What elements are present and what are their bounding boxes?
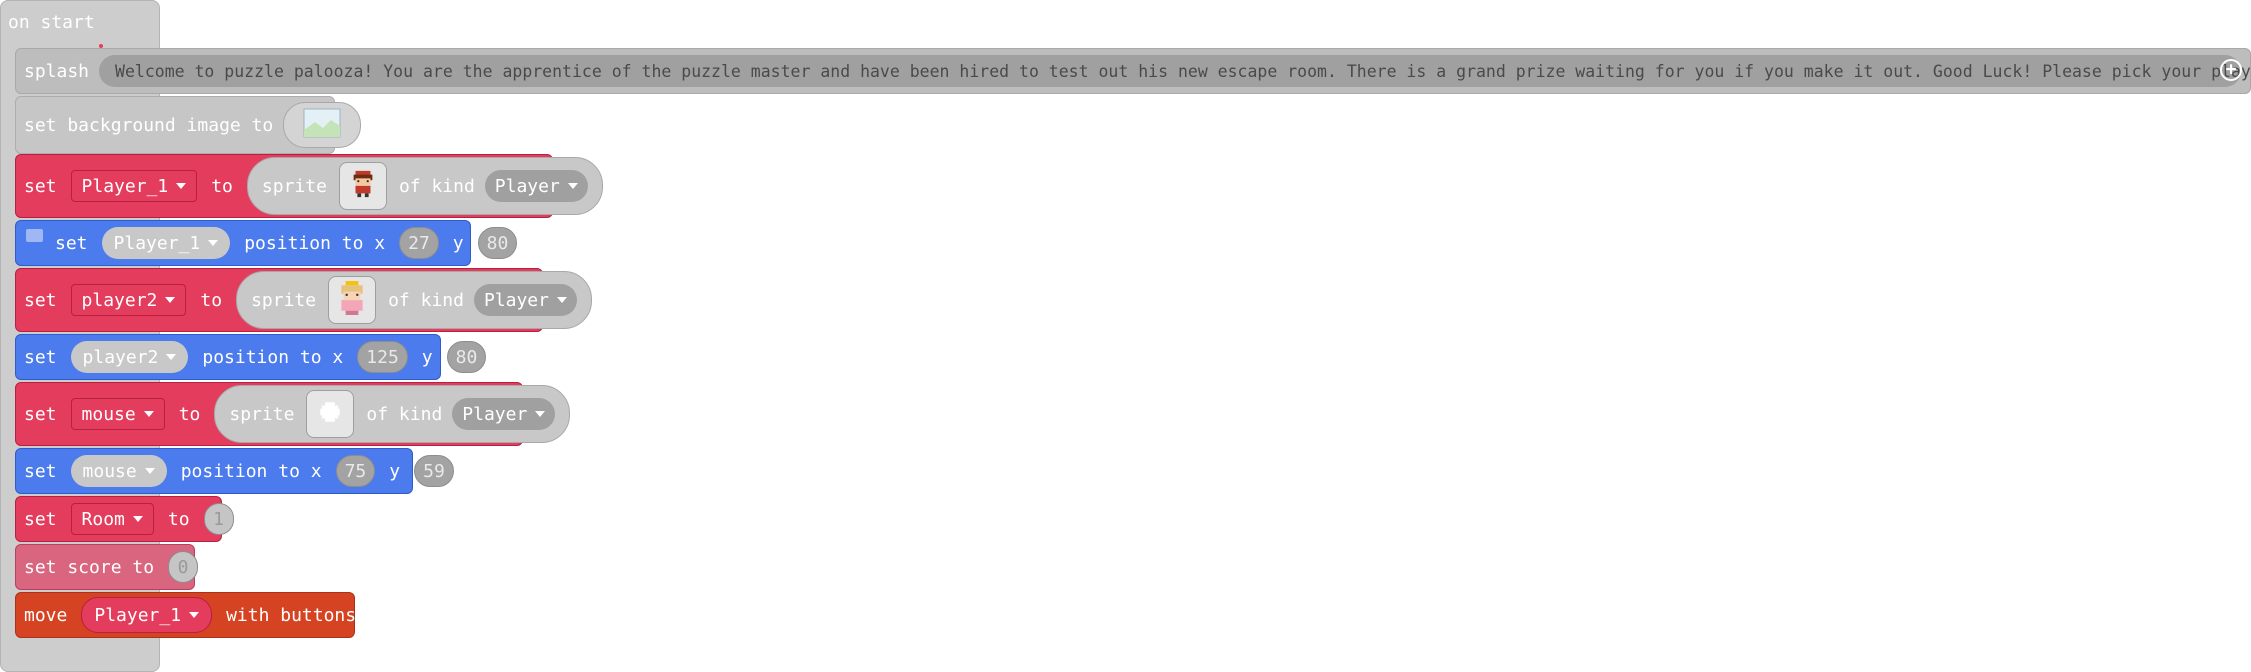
y-keyword: y	[421, 346, 433, 368]
mouse-x-input[interactable]: 75	[335, 455, 376, 487]
move-suffix: with buttons	[226, 604, 357, 626]
chevron-down-icon	[143, 411, 154, 417]
score-value-input[interactable]: 0	[168, 551, 199, 583]
player1-position-variable-dropdown[interactable]: Player_1	[101, 227, 231, 259]
sprite-keyword: sprite	[229, 403, 295, 425]
girl-sprite-icon	[348, 169, 378, 204]
on-start-label-wrap: on start	[8, 12, 95, 33]
mouse-sprite-expression[interactable]: sprite of kind Player	[214, 385, 571, 443]
chevron-down-icon	[165, 297, 176, 303]
player1-sprite-image-picker[interactable]	[338, 162, 387, 210]
mouse-y-input[interactable]: 59	[414, 455, 454, 487]
mouse-position-variable-dropdown[interactable]: mouse	[70, 455, 167, 487]
chevron-down-icon	[166, 354, 177, 360]
y-keyword: y	[452, 232, 464, 254]
set-keyword: set	[24, 508, 57, 530]
splash-text-input[interactable]: Welcome to puzzle palooza! You are the a…	[99, 55, 2251, 87]
set-keyword: set	[24, 403, 57, 425]
mouse-kind-dropdown[interactable]: Player	[452, 398, 556, 430]
position-keyword: position to x	[180, 460, 322, 482]
to-keyword: to	[167, 508, 190, 530]
set-keyword: set	[24, 346, 57, 368]
score-row: set score to 0	[24, 551, 199, 583]
on-start-label: on start	[8, 12, 95, 33]
room-variable-dropdown[interactable]: Room	[70, 503, 154, 535]
plus-circle-icon[interactable]: +	[2220, 59, 2242, 81]
mouse-variable-dropdown[interactable]: mouse	[70, 398, 165, 430]
player1-create-row: set Player_1 to sprite of kind Player	[24, 157, 603, 215]
player1-x-input[interactable]: 27	[399, 227, 439, 259]
mouse-variable-name: mouse	[81, 403, 136, 425]
splash-label: splash	[24, 60, 90, 82]
plus-circle-icon[interactable]: +	[370, 604, 393, 626]
player1-variable-name: Player_1	[81, 175, 169, 197]
of-kind-keyword: of kind	[398, 175, 475, 197]
comment-icon[interactable]	[26, 229, 43, 242]
move-variable-name: Player_1	[94, 604, 182, 626]
player1-kind-dropdown[interactable]: Player	[484, 170, 588, 202]
player2-position-row: set player2 position to x 125 y 80	[24, 341, 487, 373]
player2-variable-dropdown[interactable]: player2	[70, 284, 187, 316]
room-variable-name: Room	[81, 508, 125, 530]
to-keyword: to	[178, 403, 201, 425]
player2-sprite-expression[interactable]: sprite of kind Player	[236, 271, 592, 329]
player2-kind-dropdown[interactable]: Player	[473, 284, 577, 316]
mouse-position-variable-name: mouse	[82, 460, 137, 482]
background-row: set background image to	[24, 102, 362, 148]
set-keyword: set	[55, 232, 88, 254]
player1-position-variable-name: Player_1	[113, 232, 201, 254]
position-keyword: position to x	[202, 346, 344, 368]
move-row: move Player_1 with buttons +	[24, 597, 393, 633]
player1-position-row: set Player_1 position to x 27 y 80	[55, 227, 518, 259]
chevron-down-icon	[176, 183, 187, 189]
mouse-position-row: set mouse position to x 75 y 59	[24, 455, 454, 487]
chevron-down-icon	[567, 183, 578, 189]
background-label: set background image to	[24, 114, 274, 136]
player2-x-input[interactable]: 125	[357, 341, 408, 373]
landscape-image-icon	[303, 108, 341, 143]
player1-y-input[interactable]: 80	[477, 227, 518, 259]
princess-sprite-icon	[335, 280, 369, 320]
y-keyword: y	[389, 460, 401, 482]
player1-sprite-expression[interactable]: sprite of kind Player	[246, 157, 603, 215]
sprite-keyword: sprite	[261, 175, 327, 197]
splash-row: splash Welcome to puzzle palooza! You ar…	[24, 55, 2251, 87]
background-image-picker[interactable]	[283, 102, 362, 148]
sprite-keyword: sprite	[251, 289, 317, 311]
chevron-down-icon	[189, 612, 200, 618]
set-keyword: set	[24, 175, 57, 197]
player1-kind-name: Player	[494, 175, 560, 197]
room-row: set Room to 1	[24, 503, 234, 535]
to-keyword: to	[200, 289, 223, 311]
mouse-kind-name: Player	[462, 403, 528, 425]
mouse-create-row: set mouse to sprite of kind Player	[24, 385, 571, 443]
set-keyword: set	[24, 289, 57, 311]
player2-sprite-image-picker[interactable]	[328, 276, 377, 324]
move-variable-dropdown[interactable]: Player_1	[81, 597, 213, 633]
set-keyword: set	[24, 460, 57, 482]
of-kind-keyword: of kind	[388, 289, 464, 311]
position-keyword: position to x	[244, 232, 386, 254]
chevron-down-icon	[132, 516, 143, 522]
player2-variable-name: player2	[81, 289, 158, 311]
white-blob-sprite-icon	[317, 399, 343, 430]
mouse-sprite-image-picker[interactable]	[306, 390, 355, 438]
player2-position-variable-dropdown[interactable]: player2	[70, 341, 189, 373]
player2-kind-name: Player	[483, 289, 549, 311]
score-label: set score to	[24, 556, 155, 578]
chevron-down-icon	[208, 240, 219, 246]
to-keyword: to	[211, 175, 233, 197]
player1-variable-dropdown[interactable]: Player_1	[70, 170, 198, 202]
chevron-down-icon	[556, 297, 567, 303]
chevron-down-icon	[144, 468, 155, 474]
room-value-input[interactable]: 1	[203, 503, 234, 535]
chevron-down-icon	[535, 411, 546, 417]
of-kind-keyword: of kind	[366, 403, 443, 425]
player2-y-input[interactable]: 80	[446, 341, 487, 373]
player2-create-row: set player2 to sprite of kind Player	[24, 271, 592, 329]
move-label: move	[24, 604, 68, 626]
player2-position-variable-name: player2	[82, 346, 159, 368]
